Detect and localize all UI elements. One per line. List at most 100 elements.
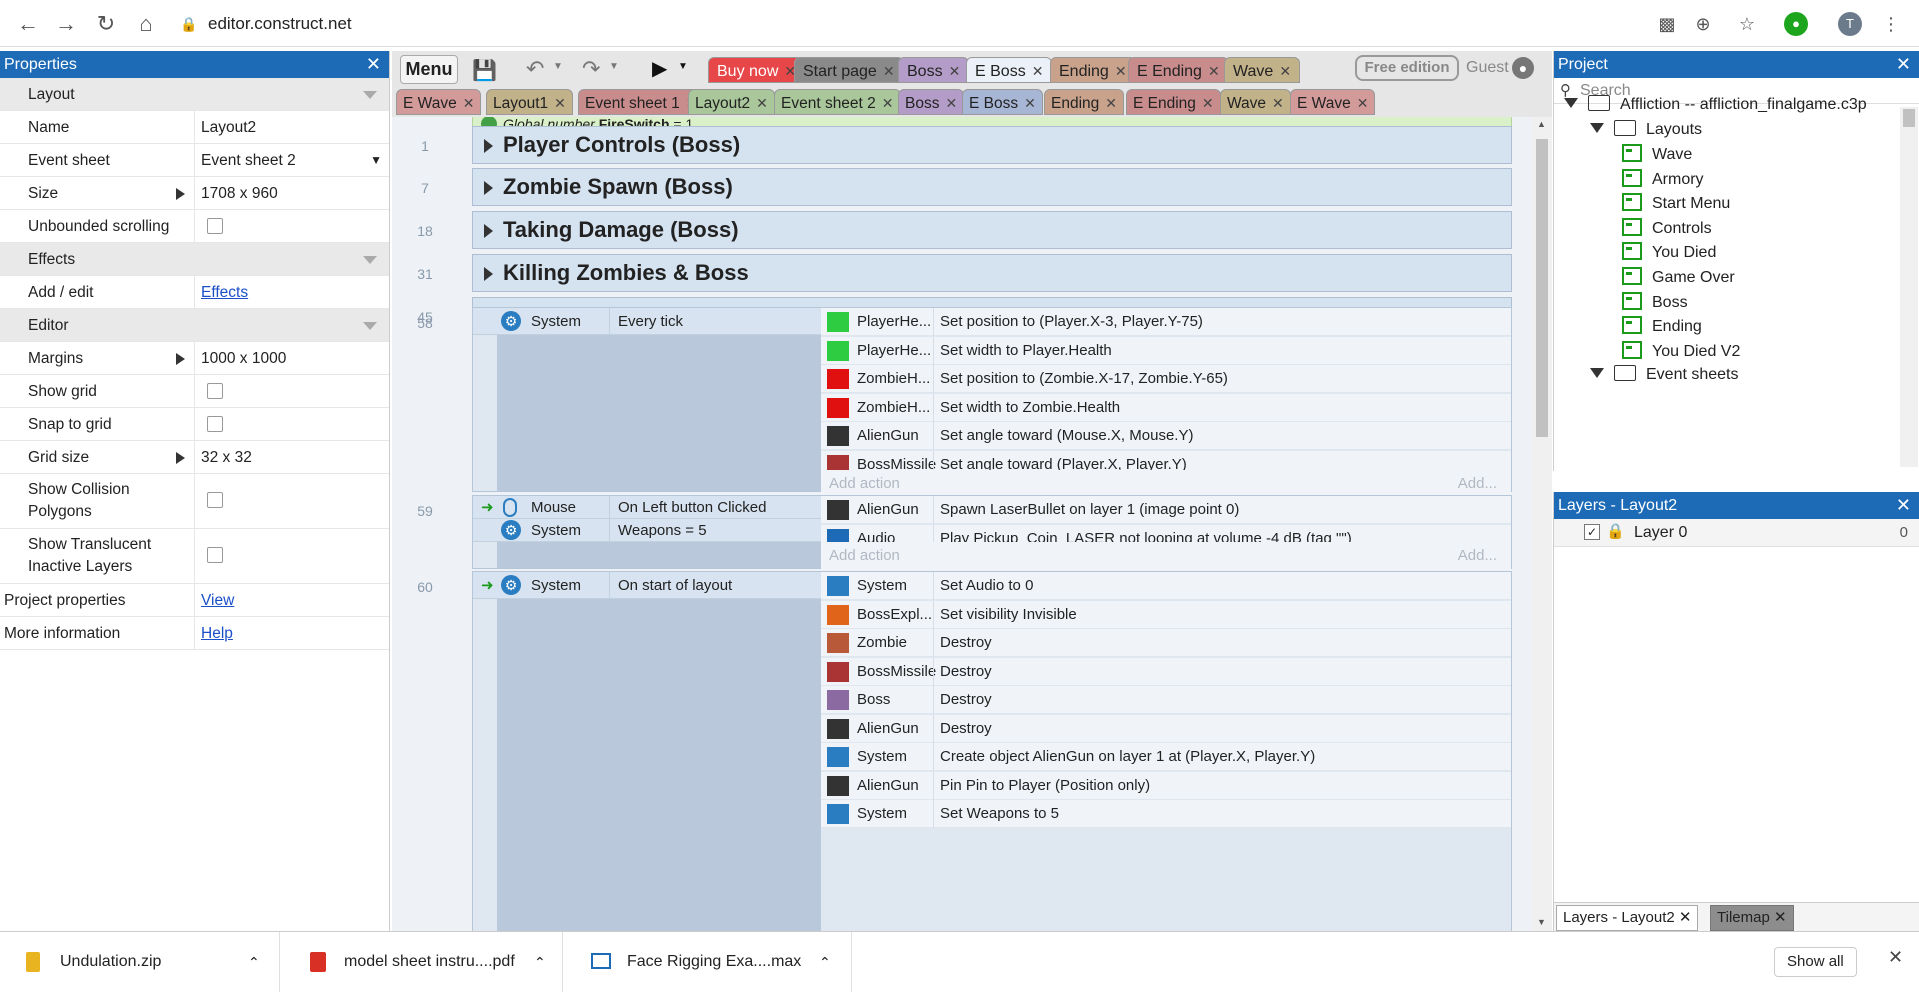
layout-item-wave[interactable]: Wave <box>1622 144 1692 164</box>
event-59[interactable]: ➜ Mouse On Left button Clicked ⚙ System … <box>472 495 1512 570</box>
expand-icon[interactable] <box>1590 123 1604 133</box>
add-more-text[interactable]: Add... <box>1458 542 1497 570</box>
prop-value[interactable]: Layout2 <box>194 111 390 144</box>
checkbox[interactable] <box>207 383 223 399</box>
layer-row[interactable]: ✓ 🔒 Layer 0 0 <box>1554 519 1919 547</box>
tab-wave[interactable]: Wave ✕ <box>1224 57 1301 83</box>
tree-eventsheets-folder[interactable]: Event sheets <box>1590 365 1739 384</box>
redo-icon[interactable]: ↷ <box>582 56 600 82</box>
tab-e-wave[interactable]: E Wave ✕ <box>396 89 482 115</box>
event-60[interactable]: ➜ ⚙ System On start of layout System Set … <box>472 571 1512 931</box>
star-icon[interactable]: ☆ <box>1735 12 1759 36</box>
redo-dropdown-icon[interactable]: ▼ <box>609 61 619 72</box>
category-layout[interactable]: Layout <box>0 78 389 111</box>
scrollbar-thumb[interactable] <box>1536 139 1548 437</box>
cast-icon[interactable]: ▩ <box>1655 12 1679 36</box>
layout-item-start-menu[interactable]: Start Menu <box>1622 193 1730 213</box>
event-group[interactable]: Killing Zombies & Boss <box>472 254 1512 292</box>
action-row[interactable]: AlienGun Spawn LaserBullet on layer 1 (im… <box>821 496 1511 524</box>
tab-boss[interactable]: Boss ✕ <box>898 57 970 83</box>
tab-e-ending[interactable]: E Ending ✕ <box>1128 57 1229 83</box>
menu-button[interactable]: Menu <box>400 55 458 84</box>
free-edition-badge[interactable]: Free edition <box>1355 55 1459 81</box>
close-icon[interactable]: ✕ <box>1279 63 1291 79</box>
tab-start-page[interactable]: Start page ✕ <box>794 57 904 83</box>
download-item[interactable]: Face Rigging Exa....max ⌃ <box>569 932 852 992</box>
prop-value[interactable]: 32 x 32 <box>194 441 390 474</box>
tab-boss[interactable]: Boss ✕ <box>898 89 965 115</box>
tab-e-boss[interactable]: E Boss ✕ <box>962 89 1043 115</box>
checkbox[interactable] <box>207 547 223 563</box>
event-group[interactable]: Taking Damage (Boss) <box>472 211 1512 249</box>
action-row[interactable]: ZombieH... Set position to (Zombie.X-17, … <box>821 365 1511 393</box>
chevron-up-icon[interactable]: ⌃ <box>534 932 546 992</box>
action-row[interactable]: Zombie Destroy <box>821 629 1511 657</box>
close-icon[interactable]: ✕ <box>949 63 961 79</box>
scroll-up-icon[interactable]: ▲ <box>1537 119 1546 129</box>
close-icon[interactable]: ✕ <box>554 95 566 111</box>
collapse-icon[interactable] <box>363 256 377 264</box>
condition-row[interactable]: ➜ ⚙ System On start of layout <box>473 572 821 599</box>
add-action-row[interactable]: Add action Add... <box>821 470 1511 498</box>
reload-icon[interactable]: ↻ <box>92 10 120 38</box>
tab-layout1[interactable]: Layout1 ✕ <box>486 89 573 115</box>
action-row[interactable]: PlayerHe... Set width to Player.Health <box>821 336 1511 365</box>
close-icon[interactable]: ✕ <box>1888 947 1903 968</box>
close-icon[interactable]: ✕ <box>463 95 475 111</box>
tab-e-ending[interactable]: E Ending ✕ <box>1126 89 1221 115</box>
close-icon[interactable]: ✕ <box>1115 63 1127 79</box>
dropdown-icon[interactable]: ▼ <box>370 144 382 177</box>
scroll-down-icon[interactable]: ▼ <box>1537 917 1546 927</box>
expand-icon[interactable] <box>176 188 185 200</box>
chevron-up-icon[interactable]: ⌃ <box>248 932 260 992</box>
layout-item-game-over[interactable]: Game Over <box>1622 267 1735 287</box>
checkbox[interactable] <box>207 218 223 234</box>
close-icon[interactable]: ✕ <box>882 95 894 111</box>
close-icon[interactable]: ✕ <box>1679 909 1692 926</box>
undo-dropdown-icon[interactable]: ▼ <box>553 61 563 72</box>
tree-layouts-folder[interactable]: Layouts <box>1590 120 1702 139</box>
lock-icon[interactable]: 🔒 <box>1606 522 1625 540</box>
expand-icon[interactable] <box>1590 368 1604 378</box>
action-row[interactable]: System Create object AlienGun on layer 1 … <box>821 743 1511 771</box>
effects-link[interactable]: Effects <box>201 284 248 301</box>
action-row[interactable]: PlayerHe... Set position to (Player.X-3, … <box>821 308 1511 336</box>
visibility-checkbox[interactable]: ✓ <box>1584 524 1600 540</box>
close-icon[interactable]: ✕ <box>366 51 381 78</box>
close-icon[interactable]: ✕ <box>1774 909 1787 926</box>
layout-item-you-died[interactable]: You Died <box>1622 242 1716 262</box>
download-item[interactable]: model sheet instru....pdf ⌃ <box>286 932 563 992</box>
add-action-row[interactable]: Add action Add... <box>821 542 1511 570</box>
condition-row[interactable]: ⚙ System Every tick <box>473 308 821 335</box>
undo-icon[interactable]: ↶ <box>526 56 544 82</box>
save-icon[interactable]: 💾 <box>472 58 497 83</box>
download-item[interactable]: Undulation.zip ⌃ <box>0 932 280 992</box>
tab-layers[interactable]: Layers - Layout2 ✕ <box>1556 905 1699 931</box>
show-all-button[interactable]: Show all <box>1774 947 1857 977</box>
user-icon[interactable]: ● <box>1512 57 1534 79</box>
event-sheet-select[interactable]: Event sheet 2 ▼ <box>194 144 390 177</box>
address-bar[interactable]: 🔒 editor.construct.net <box>180 8 1630 40</box>
add-icon[interactable]: ⊕ <box>1691 12 1715 36</box>
action-row[interactable]: Boss Destroy <box>821 686 1511 714</box>
expand-icon[interactable] <box>176 353 185 365</box>
checkbox[interactable] <box>207 416 223 432</box>
collapse-icon[interactable] <box>363 91 377 99</box>
vertical-scrollbar[interactable]: ▲ ▼ <box>1532 117 1552 931</box>
action-row[interactable]: ZombieH... Set width to Zombie.Health <box>821 393 1511 422</box>
layout-item-you-died-v2[interactable]: You Died V2 <box>1622 340 1740 361</box>
action-row[interactable]: BossMissile Destroy <box>821 657 1511 686</box>
tab-ending[interactable]: Ending ✕ <box>1044 89 1124 115</box>
close-icon[interactable]: ✕ <box>1032 63 1044 79</box>
tab-buy-now[interactable]: Buy now ✕ <box>708 57 806 83</box>
close-icon[interactable]: ✕ <box>1208 63 1220 79</box>
action-row[interactable]: AlienGun Set angle toward (Mouse.X, Mouse… <box>821 422 1511 450</box>
profile-avatar[interactable]: T <box>1838 12 1862 36</box>
event-group[interactable]: Player Controls (Boss) <box>472 126 1512 164</box>
tab-e-boss[interactable]: E Boss ✕ <box>966 57 1053 83</box>
back-icon[interactable]: ← <box>14 10 42 38</box>
tab-event-sheet-2[interactable]: Event sheet 2 ✕ <box>774 89 901 115</box>
tab-ending[interactable]: Ending ✕ <box>1050 57 1136 83</box>
close-icon[interactable]: ✕ <box>756 95 768 111</box>
close-icon[interactable]: ✕ <box>1896 51 1911 78</box>
